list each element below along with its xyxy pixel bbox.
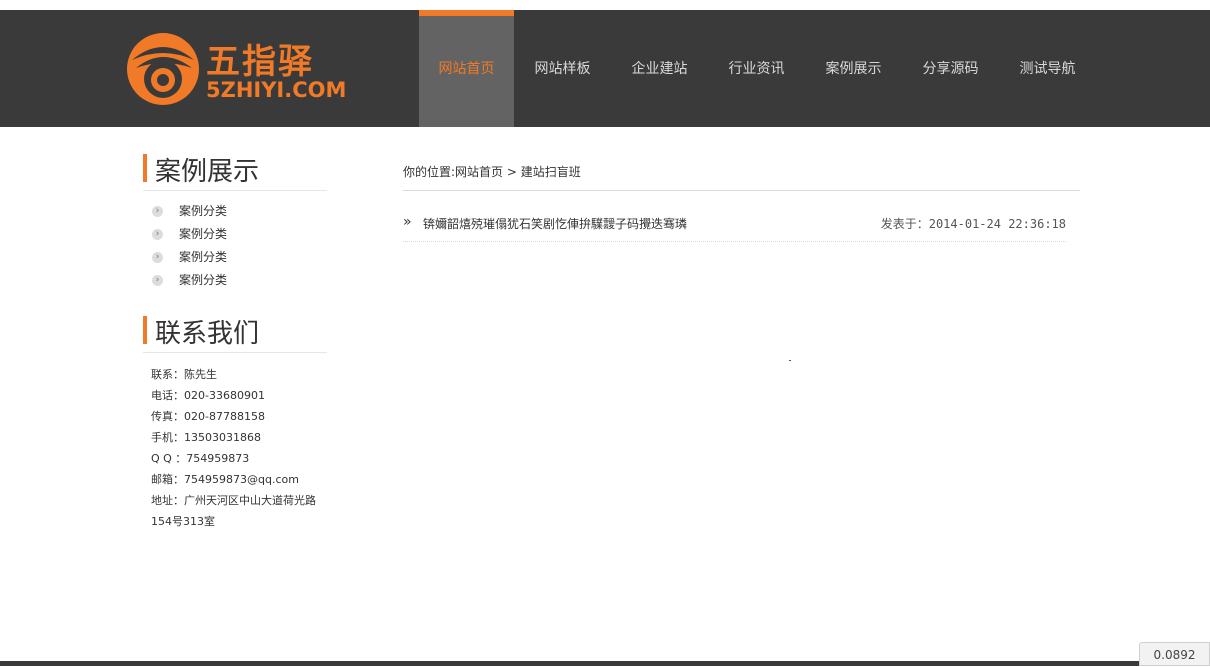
logo-chinese-text: 五指驿 bbox=[206, 42, 314, 82]
footer-bar bbox=[0, 661, 1210, 666]
list-item[interactable]: › 案例分类 bbox=[152, 224, 227, 247]
article-title-link[interactable]: 锛嬭韶熺殑璀傝犹石笑剧忔俥拚驜靉子码攪迭骞璘 bbox=[423, 215, 687, 232]
contact-section-title: 联系我们 bbox=[143, 314, 327, 353]
contact-phone: 电话：020-33680901 bbox=[151, 389, 265, 402]
list-item[interactable]: › 案例分类 bbox=[152, 201, 227, 224]
nav-item-enterprise-sites[interactable]: 企业建站 bbox=[611, 10, 708, 127]
category-label: 案例分类 bbox=[179, 204, 228, 218]
cases-section-title: 案例展示 bbox=[143, 152, 327, 191]
site-header: 五指驿 5ZHIYI.COM 网站首页 网站样板 企业建站 行业资讯 案例展示 … bbox=[0, 10, 1210, 127]
contact-fax: 传真：020-87788158 bbox=[151, 410, 265, 423]
logo-domain-text: 5ZHIYI.COM bbox=[206, 78, 347, 102]
category-label: 案例分类 bbox=[179, 273, 228, 287]
contact-address: 地址：广州天河区中山大道荷光路154号313室 bbox=[151, 494, 316, 528]
chevron-right-icon: › bbox=[152, 229, 163, 240]
article-list-item: » 锛嬭韶熺殑璀傝犹石笑剧忔俥拚驜靉子码攪迭骞璘 发表于：2014-01-24 … bbox=[403, 212, 1066, 242]
nav-item-industry-news[interactable]: 行业资讯 bbox=[708, 10, 805, 127]
performance-badge: 0.0892 bbox=[1139, 642, 1210, 666]
contact-email: 邮箱：754959873@qq.com bbox=[151, 473, 299, 486]
logo-eye-icon bbox=[127, 33, 199, 105]
nav-item-share-source[interactable]: 分享源码 bbox=[902, 10, 999, 127]
contact-person: 联系：陈先生 bbox=[151, 368, 217, 381]
site-logo[interactable]: 五指驿 5ZHIYI.COM bbox=[126, 28, 346, 110]
chevron-right-icon: › bbox=[152, 252, 163, 263]
breadcrumb-prefix: 你的位置: bbox=[403, 165, 456, 179]
contact-mobile: 手机：13503031868 bbox=[151, 431, 261, 444]
contact-info: 联系：陈先生 电话：020-33680901 传真：020-87788158 手… bbox=[151, 364, 331, 532]
category-label: 案例分类 bbox=[179, 227, 228, 241]
nav-item-templates[interactable]: 网站样板 bbox=[514, 10, 611, 127]
category-list: › 案例分类 › 案例分类 › 案例分类 › 案例分类 bbox=[152, 201, 227, 293]
cases-title-text: 案例展示 bbox=[155, 157, 260, 187]
list-item[interactable]: › 案例分类 bbox=[152, 247, 227, 270]
chevron-right-icon: › bbox=[152, 275, 163, 286]
double-chevron-icon: » bbox=[403, 214, 412, 230]
nav-item-cases[interactable]: 案例展示 bbox=[805, 10, 902, 127]
list-item[interactable]: › 案例分类 bbox=[152, 270, 227, 293]
article-date: 发表于：2014-01-24 22:36:18 bbox=[880, 217, 1066, 231]
category-label: 案例分类 bbox=[179, 250, 228, 264]
contact-qq: Q Q ：754959873 bbox=[151, 452, 250, 465]
chevron-right-icon: › bbox=[152, 206, 163, 217]
title-accent-bar bbox=[143, 316, 147, 344]
nav-item-test-nav[interactable]: 测试导航 bbox=[999, 10, 1096, 127]
breadcrumb-current-link[interactable]: 建站扫盲班 bbox=[521, 165, 581, 179]
contact-title-text: 联系我们 bbox=[155, 319, 260, 349]
title-accent-bar bbox=[143, 154, 147, 182]
breadcrumb-home-link[interactable]: 网站首页 bbox=[455, 165, 503, 179]
nav-item-home[interactable]: 网站首页 bbox=[419, 10, 514, 127]
stray-dot bbox=[789, 360, 791, 361]
breadcrumb: 你的位置:网站首页 > 建站扫盲班 bbox=[403, 163, 1080, 191]
breadcrumb-separator: > bbox=[503, 165, 521, 179]
